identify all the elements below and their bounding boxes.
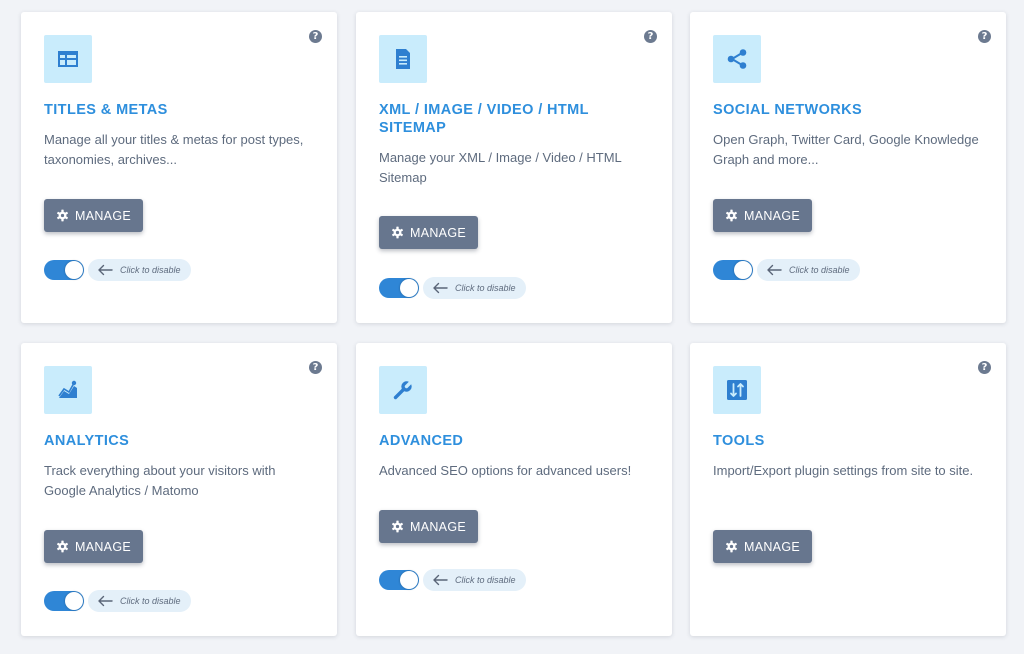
feature-card-social-networks: ? SOCIAL NETWORKS Open Graph, Twitter Ca…: [690, 12, 1006, 323]
manage-label: MANAGE: [75, 208, 131, 223]
help-icon[interactable]: ?: [644, 30, 657, 43]
module-toggle[interactable]: [44, 591, 84, 611]
help-icon[interactable]: ?: [978, 30, 991, 43]
share-icon: [713, 35, 761, 83]
module-toggle[interactable]: [379, 278, 419, 298]
analytics-chart-icon: [44, 366, 92, 414]
toggle-hint-text: Click to disable: [789, 265, 850, 275]
gear-icon: [57, 540, 68, 553]
card-title: ANALYTICS: [44, 433, 130, 449]
module-toggle[interactable]: [44, 260, 84, 280]
table-icon: [44, 35, 92, 83]
wrench-icon: [379, 366, 427, 414]
manage-label: MANAGE: [410, 225, 466, 240]
feature-card-advanced: ADVANCED Advanced SEO options for advanc…: [356, 343, 672, 636]
toggle-hint-text: Click to disable: [455, 283, 516, 293]
document-icon: [379, 35, 427, 83]
manage-label: MANAGE: [744, 539, 800, 554]
toggle-hint: Click to disable: [757, 259, 860, 281]
gear-icon: [392, 226, 403, 239]
arrow-left-icon: [433, 574, 448, 586]
arrow-left-icon: [767, 264, 782, 276]
toggle-hint: Click to disable: [423, 569, 526, 591]
feature-card-sitemap: ? XML / IMAGE / VIDEO / HTML SITEMAP Man…: [356, 12, 672, 323]
toggle-hint-text: Click to disable: [120, 265, 181, 275]
toggle-knob: [734, 261, 752, 279]
toggle-hint-text: Click to disable: [120, 596, 181, 606]
manage-button[interactable]: MANAGE: [379, 216, 478, 249]
feature-card-analytics: ? ANALYTICS Track everything about your …: [21, 343, 337, 636]
card-title: TOOLS: [713, 433, 765, 449]
help-icon[interactable]: ?: [309, 361, 322, 374]
gear-icon: [57, 209, 68, 222]
card-description: Import/Export plugin settings from site …: [713, 463, 974, 478]
card-title: XML / IMAGE / VIDEO / HTML SITEMAP: [379, 102, 589, 136]
toggle-hint: Click to disable: [423, 277, 526, 299]
toggle-hint: Click to disable: [88, 590, 191, 612]
manage-label: MANAGE: [744, 208, 800, 223]
feature-card-titles-metas: ? TITLES & METAS Manage all your titles …: [21, 12, 337, 323]
card-title: SOCIAL NETWORKS: [713, 102, 863, 118]
card-description: Advanced SEO options for advanced users!: [379, 463, 632, 478]
feature-card-tools: ? TOOLS Import/Export plugin settings fr…: [690, 343, 1006, 636]
help-icon[interactable]: ?: [309, 30, 322, 43]
card-title: TITLES & METAS: [44, 102, 168, 118]
card-description: Open Graph, Twitter Card, Google Knowled…: [713, 132, 979, 167]
manage-button[interactable]: MANAGE: [713, 530, 812, 563]
arrow-left-icon: [98, 264, 113, 276]
gear-icon: [726, 209, 737, 222]
toggle-hint-text: Click to disable: [455, 575, 516, 585]
gear-icon: [726, 540, 737, 553]
toggle-knob: [65, 592, 83, 610]
manage-button[interactable]: MANAGE: [713, 199, 812, 232]
manage-button[interactable]: MANAGE: [379, 510, 478, 543]
module-toggle[interactable]: [713, 260, 753, 280]
manage-label: MANAGE: [410, 519, 466, 534]
card-description: Track everything about your visitors wit…: [44, 463, 276, 498]
module-toggle[interactable]: [379, 570, 419, 590]
help-icon[interactable]: ?: [978, 361, 991, 374]
card-description: Manage your XML / Image / Video / HTML S…: [379, 150, 622, 185]
manage-button[interactable]: MANAGE: [44, 199, 143, 232]
manage-label: MANAGE: [75, 539, 131, 554]
toggle-knob: [400, 571, 418, 589]
toggle-knob: [400, 279, 418, 297]
arrow-left-icon: [433, 282, 448, 294]
arrow-left-icon: [98, 595, 113, 607]
sort-arrows-icon: [713, 366, 761, 414]
card-title: ADVANCED: [379, 433, 464, 449]
gear-icon: [392, 520, 403, 533]
card-description: Manage all your titles & metas for post …: [44, 132, 304, 167]
toggle-knob: [65, 261, 83, 279]
toggle-hint: Click to disable: [88, 259, 191, 281]
manage-button[interactable]: MANAGE: [44, 530, 143, 563]
